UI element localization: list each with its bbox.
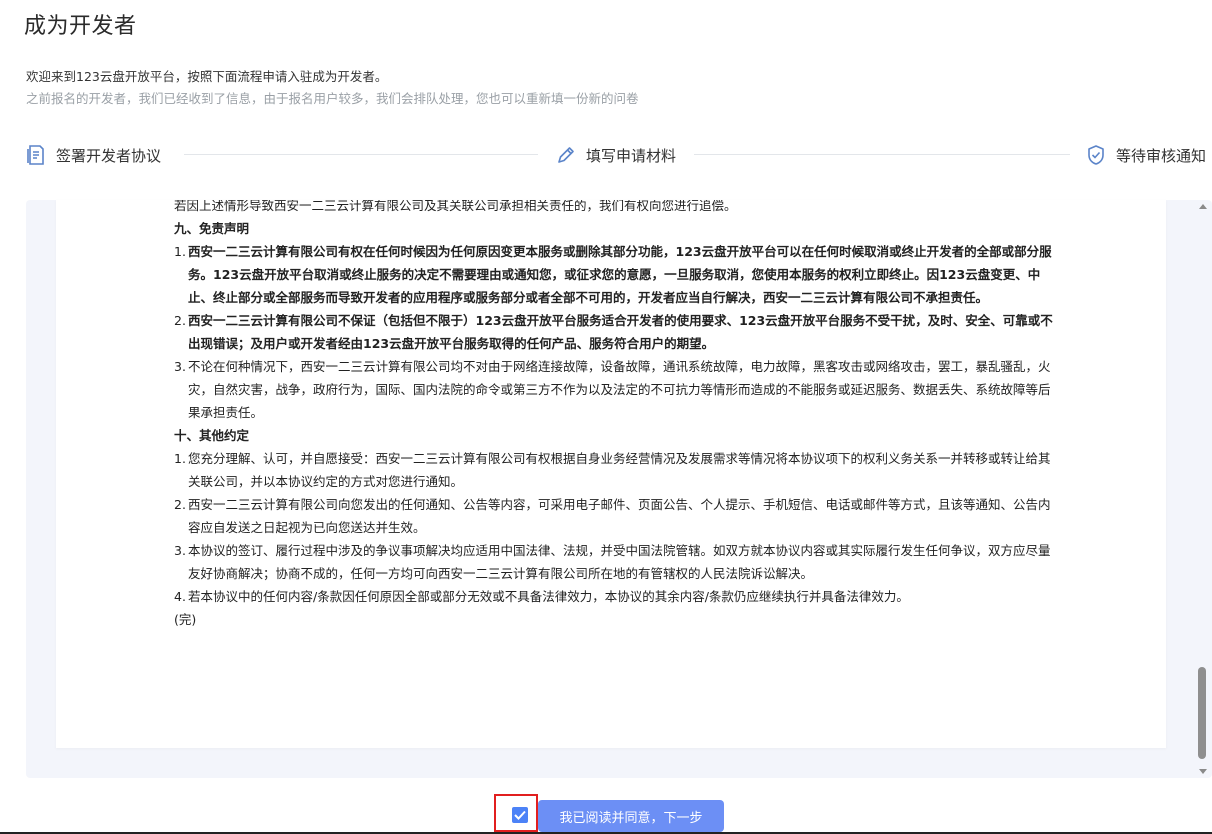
item-number: 3.: [174, 543, 186, 558]
list-item: 1. 您充分理解、认可，并自愿接受：西安一二三云计算有限公司有权根据自身业务经营…: [174, 447, 1054, 493]
step-progress: 签署开发者协议 填写申请材料 等待审核通知: [26, 140, 1212, 170]
step-divider: [184, 154, 538, 155]
scroll-down-arrow-icon[interactable]: [1199, 769, 1207, 774]
agreement-panel: 若因上述情形导致西安一二三云计算有限公司及其关联公司承担相关责任的，我们有权向您…: [26, 200, 1212, 778]
list-item: 3. 本协议的签订、履行过程中涉及的争议事项解决均应适用中国法律、法规，并受中国…: [174, 539, 1054, 585]
step-label: 签署开发者协议: [56, 146, 162, 165]
scrollbar[interactable]: [1196, 200, 1212, 778]
step-wait-review: 等待审核通知: [1086, 140, 1206, 170]
item-text: 本协议的签订、履行过程中涉及的争议事项解决均应适用中国法律、法规，并受中国法院管…: [188, 543, 1051, 581]
item-number: 2.: [174, 497, 186, 512]
agreement-line: 若因上述情形导致西安一二三云计算有限公司及其关联公司承担相关责任的，我们有权向您…: [174, 200, 737, 213]
step-label: 等待审核通知: [1116, 146, 1207, 165]
list-item: 2. 西安一二三云计算有限公司不保证（包括但不限于）123云盘开放平台服务适合开…: [174, 309, 1054, 355]
scroll-up-arrow-icon[interactable]: [1199, 204, 1207, 209]
agree-checkbox[interactable]: [512, 807, 528, 823]
step-sign-agreement: 签署开发者协议: [26, 140, 161, 170]
step-divider: [694, 154, 1070, 155]
agree-next-button[interactable]: 我已阅读并同意，下一步: [538, 800, 724, 832]
item-text: 西安一二三云计算有限公司有权在任何时候因为任何原因变更本服务或删除其部分功能，1…: [188, 244, 1052, 305]
document-icon: [26, 144, 46, 166]
item-text: 西安一二三云计算有限公司向您发出的任何通知、公告等内容，可采用电子邮件、页面公告…: [188, 497, 1051, 535]
section-heading: 十、其他约定: [174, 428, 250, 443]
list-item: 3. 不论在何种情况下，西安一二三云计算有限公司均不对由于网络连接故障，设备故障…: [174, 355, 1054, 424]
item-text: 若本协议中的任何内容/条款因任何原因全部或部分无效或不具备法律效力，本协议的其余…: [188, 589, 909, 604]
list-item: 1. 西安一二三云计算有限公司有权在任何时候因为任何原因变更本服务或删除其部分功…: [174, 240, 1054, 309]
agreement-document[interactable]: 若因上述情形导致西安一二三云计算有限公司及其关联公司承担相关责任的，我们有权向您…: [56, 200, 1166, 748]
step-label: 填写申请材料: [586, 146, 677, 165]
shield-check-icon: [1086, 144, 1106, 166]
scroll-thumb[interactable]: [1198, 667, 1206, 759]
list-item: 4. 若本协议中的任何内容/条款因任何原因全部或部分无效或不具备法律效力，本协议…: [174, 585, 1054, 608]
intro-text: 欢迎来到123云盘开放平台，按照下面流程申请入驻成为开发者。: [26, 69, 388, 84]
item-text: 您充分理解、认可，并自愿接受：西安一二三云计算有限公司有权根据自身业务经营情况及…: [188, 451, 1051, 489]
page-title: 成为开发者: [24, 14, 137, 39]
step-fill-materials: 填写申请材料: [556, 140, 676, 170]
checkmark-icon: [514, 810, 526, 820]
item-number: 4.: [174, 589, 186, 604]
pencil-icon: [556, 145, 576, 165]
notice-text: 之前报名的开发者，我们已经收到了信息，由于报名用户较多，我们会排队处理，您也可以…: [26, 91, 639, 106]
section-heading: 九、免责声明: [174, 221, 250, 236]
item-number: 1.: [174, 244, 186, 259]
item-number: 2.: [174, 313, 186, 328]
agreement-end: (完): [174, 612, 197, 627]
item-number: 3.: [174, 359, 186, 374]
item-text: 不论在何种情况下，西安一二三云计算有限公司均不对由于网络连接故障，设备故障，通讯…: [188, 359, 1051, 420]
item-number: 1.: [174, 451, 186, 466]
list-item: 2. 西安一二三云计算有限公司向您发出的任何通知、公告等内容，可采用电子邮件、页…: [174, 493, 1054, 539]
item-text: 西安一二三云计算有限公司不保证（包括但不限于）123云盘开放平台服务适合开发者的…: [188, 313, 1053, 351]
